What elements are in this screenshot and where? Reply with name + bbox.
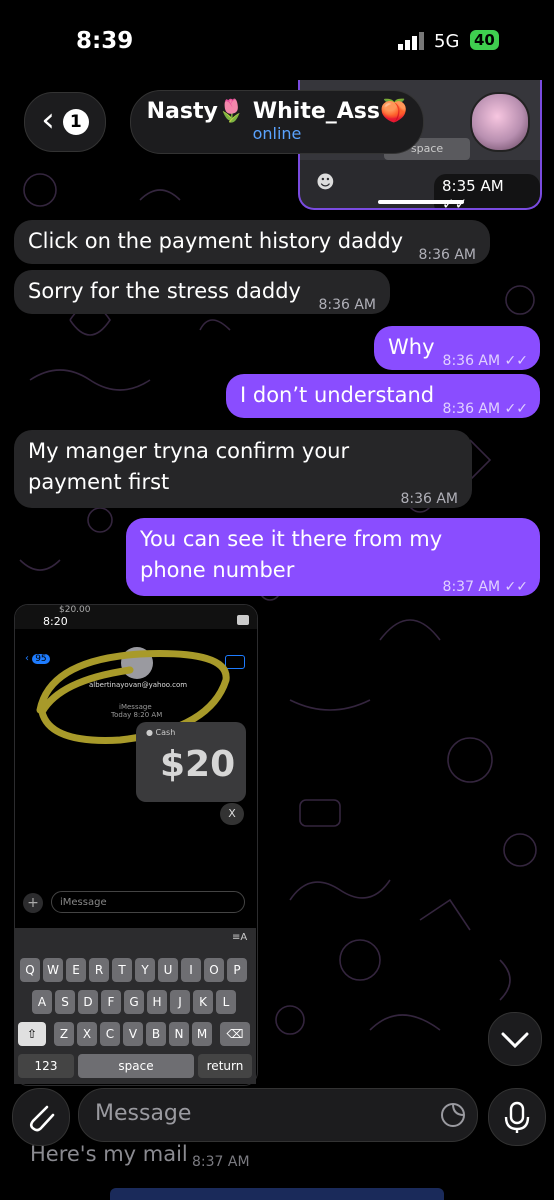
keyboard-key: L	[216, 990, 236, 1014]
unread-badge: 1	[62, 109, 89, 135]
keyboard-key: J	[170, 990, 190, 1014]
partially-visible-time: 8:37 AM	[192, 1154, 250, 1170]
embedded-imessage-input: iMessage	[51, 891, 245, 913]
keyboard-key: O	[204, 958, 224, 982]
microphone-icon	[504, 1101, 530, 1133]
home-indicator	[110, 1188, 444, 1200]
chat-title[interactable]: Nasty🌷 White_Ass🍑 online	[130, 90, 424, 154]
message-text: My manger tryna confirm your payment fir…	[28, 439, 350, 494]
chevron-down-icon	[501, 1032, 529, 1049]
signal-icon	[398, 32, 424, 50]
message-bubble-outgoing[interactable]: You can see it there from my phone numbe…	[126, 518, 540, 596]
scroll-down-button[interactable]	[488, 1012, 542, 1066]
message-time: 8:36 AM ✓✓	[442, 353, 528, 369]
delete-key: ⌫	[220, 1022, 250, 1046]
numbers-key: 123	[18, 1054, 74, 1078]
keyboard-key: Q	[20, 958, 40, 982]
message-text: I don’t understand	[240, 383, 435, 407]
message-text: Click on the payment history daddy	[28, 229, 404, 253]
format-key: ≡A	[232, 932, 248, 943]
embedded-keyboard: ≡A QWERTYUIOP ASDFGHJKL ZXCVBNM ⇧ ⌫ 123 …	[14, 928, 256, 1084]
message-time: 8:36 AM ✓✓	[442, 401, 528, 417]
message-placeholder: Message	[95, 1101, 192, 1126]
emoji-icon: ☻	[316, 172, 335, 193]
message-text: You can see it there from my phone numbe…	[140, 527, 443, 582]
keyboard-key: D	[78, 990, 98, 1014]
keyboard-key: U	[158, 958, 178, 982]
cash-label: ● Cash	[146, 728, 176, 737]
message-text: Why	[388, 335, 435, 359]
keyboard-key: V	[123, 1022, 143, 1046]
back-button[interactable]: ‹ 1	[24, 92, 106, 152]
message-time: 8:36 AM	[400, 491, 458, 507]
message-bubble-outgoing[interactable]: I don’t understand 8:36 AM ✓✓	[226, 374, 540, 418]
keyboard-key: N	[169, 1022, 189, 1046]
battery-icon: 40	[470, 30, 499, 50]
keyboard-key: K	[193, 990, 213, 1014]
embedded-x-bubble: X	[220, 803, 244, 825]
message-time: 8:36 AM	[418, 247, 476, 263]
shift-key: ⇧	[18, 1022, 46, 1046]
keyboard-key: I	[181, 958, 201, 982]
chat-name: Nasty🌷 White_Ass🍑	[146, 99, 408, 124]
keyboard-key: Y	[135, 958, 155, 982]
keyboard-key: P	[227, 958, 247, 982]
presence-status: online	[252, 124, 302, 143]
embedded-battery-icon	[237, 615, 249, 625]
embedded-top-amount: $20.00	[59, 605, 91, 615]
keyboard-key: S	[55, 990, 75, 1014]
message-time: 8:36 AM	[318, 297, 376, 313]
message-timestamp: 8:35 AM ✓✓	[434, 174, 540, 208]
keyboard-key: G	[124, 990, 144, 1014]
avatar[interactable]	[470, 92, 530, 152]
message-bubble-incoming[interactable]: Click on the payment history daddy 8:36 …	[14, 220, 490, 264]
keyboard-key: T	[112, 958, 132, 982]
keyboard-key: M	[192, 1022, 212, 1046]
keyboard-key: Z	[54, 1022, 74, 1046]
partially-visible-message: Here's my mail	[30, 1142, 188, 1166]
keyboard-key: H	[147, 990, 167, 1014]
chevron-left-icon: ‹	[41, 100, 55, 140]
keyboard-key: X	[77, 1022, 97, 1046]
keyboard-key: R	[89, 958, 109, 982]
message-bubble-incoming[interactable]: Sorry for the stress daddy 8:36 AM	[14, 270, 390, 314]
keyboard-key: B	[146, 1022, 166, 1046]
keyboard-key: A	[32, 990, 52, 1014]
embedded-plus-icon: +	[23, 893, 43, 913]
keyboard-key: C	[100, 1022, 120, 1046]
return-key: return	[198, 1054, 252, 1078]
keyboard-key: E	[66, 958, 86, 982]
message-time: 8:37 AM ✓✓	[442, 579, 528, 595]
message-bubble-incoming[interactable]: My manger tryna confirm your payment fir…	[14, 430, 472, 508]
embedded-time: 8:20	[43, 615, 68, 628]
status-time: 8:39	[76, 28, 134, 54]
message-text: Sorry for the stress daddy	[28, 279, 301, 303]
home-indicator	[378, 200, 464, 204]
cash-amount: $20	[160, 744, 236, 785]
message-bubble-outgoing[interactable]: Why 8:36 AM ✓✓	[374, 326, 540, 370]
attach-button[interactable]	[12, 1088, 70, 1146]
embedded-status-bar: $20.00 8:20	[15, 605, 257, 629]
keyboard-key: W	[43, 958, 63, 982]
space-key: space	[78, 1054, 194, 1078]
network-label: 5G	[434, 31, 460, 52]
message-input[interactable]: Message	[78, 1088, 478, 1142]
paperclip-icon	[29, 1105, 55, 1132]
keyboard-key: F	[101, 990, 121, 1014]
microphone-button[interactable]	[488, 1088, 546, 1146]
sticker-icon[interactable]	[439, 1101, 467, 1129]
